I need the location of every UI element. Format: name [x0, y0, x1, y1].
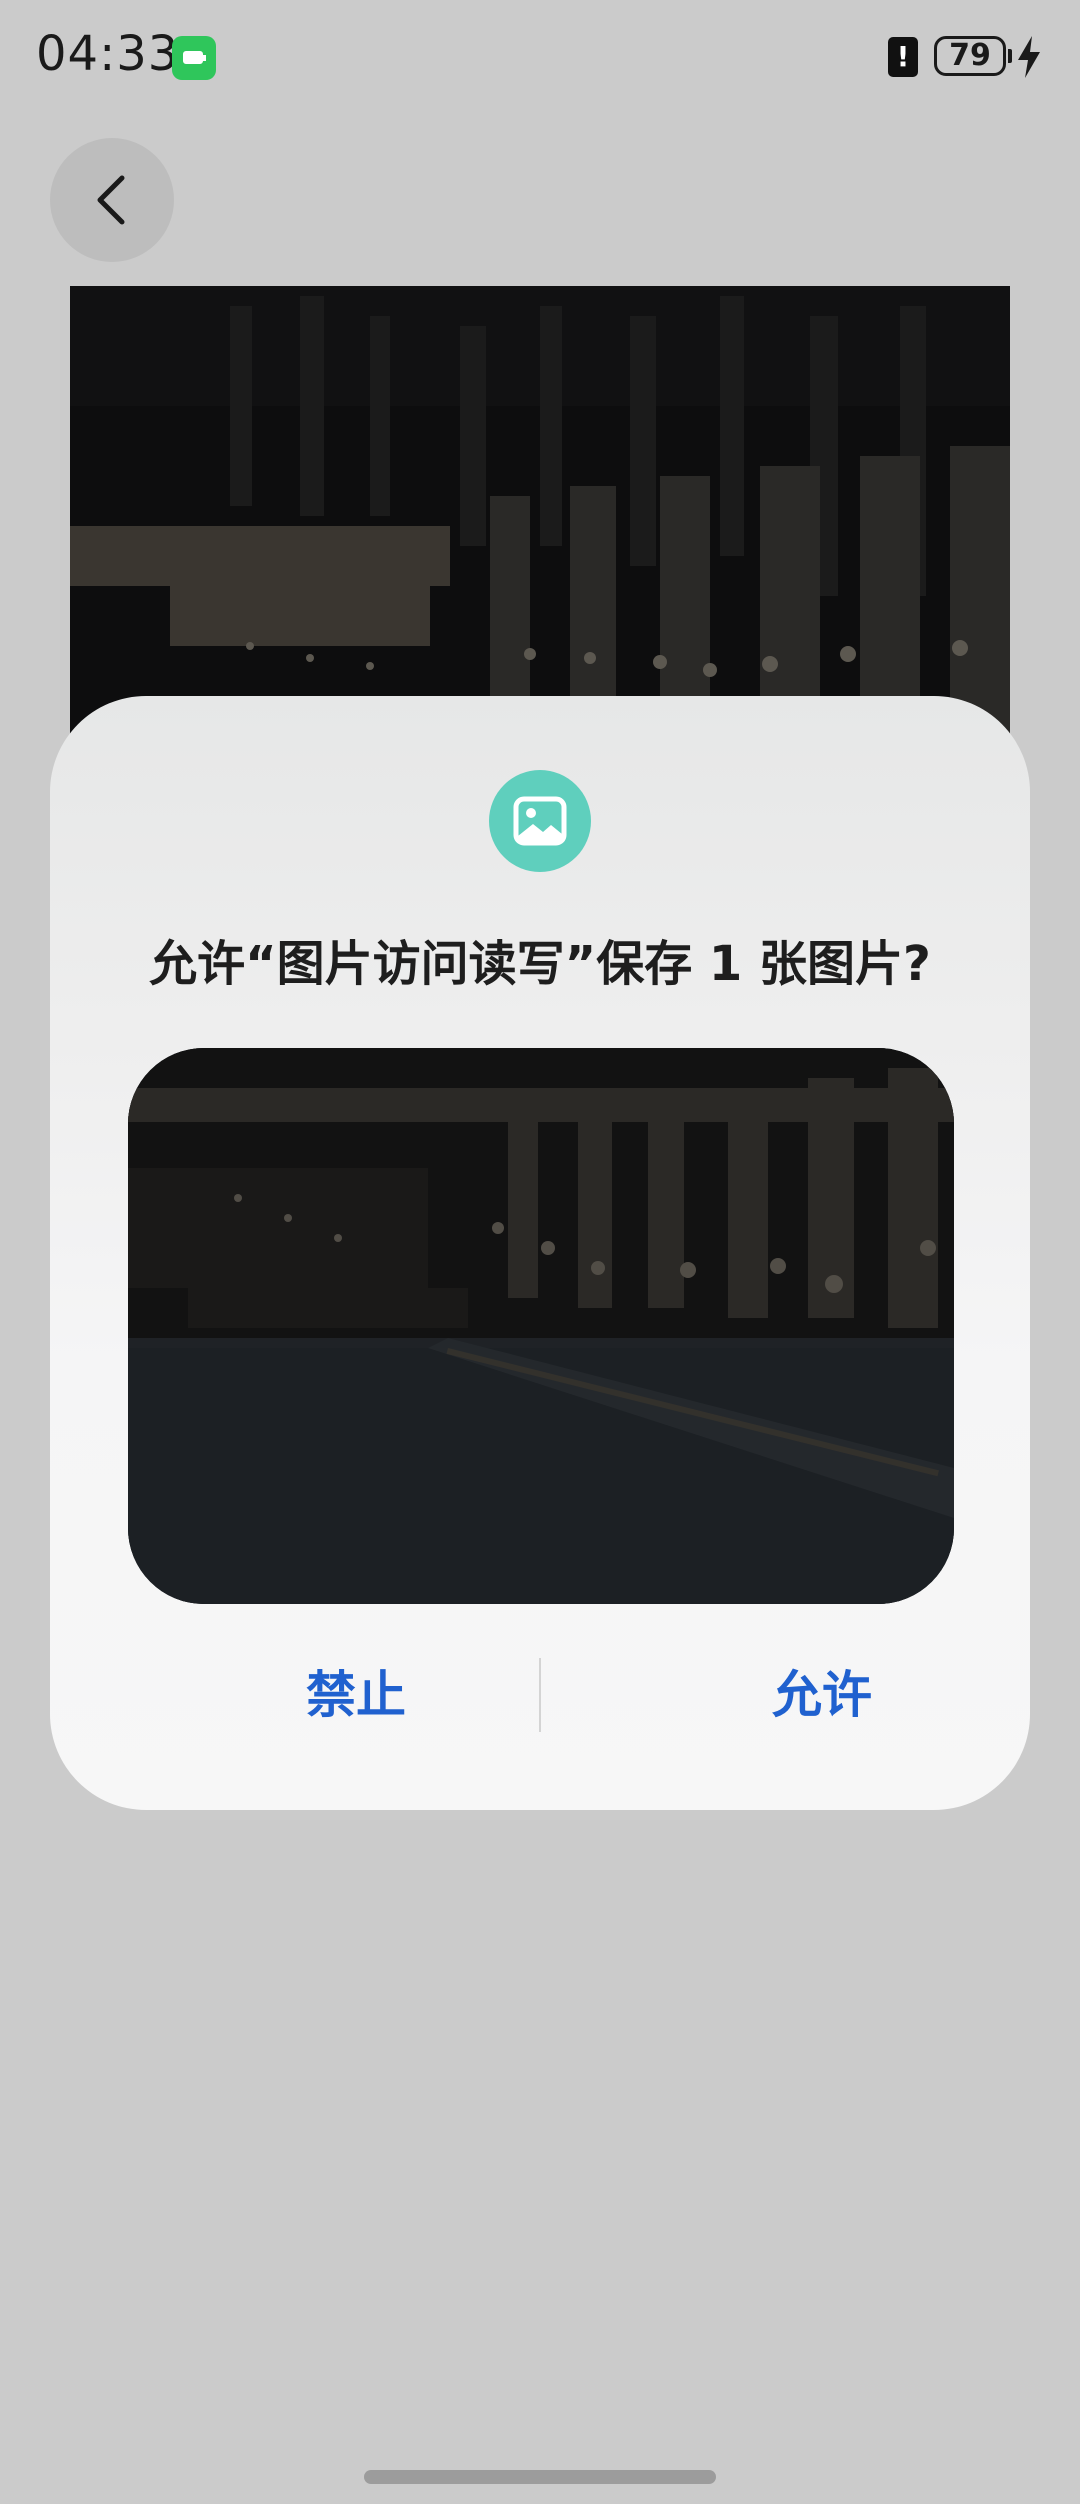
save-permission-dialog: 允许“图片访问读写”保存 1 张图片? 禁止 允许 — [50, 696, 1030, 1810]
alert-symbol: ! — [896, 40, 910, 73]
photo-preview — [128, 1048, 954, 1604]
background-photo — [70, 286, 1010, 746]
allow-button[interactable]: 允许 — [642, 1648, 1002, 1742]
battery-tip — [1008, 49, 1012, 63]
image-icon — [489, 770, 591, 872]
status-bar: 04:33 ! 79 — [0, 0, 1080, 110]
charging-icon — [1018, 36, 1040, 78]
background-photo-scene — [70, 286, 1010, 746]
alert-card-icon: ! — [888, 37, 918, 77]
battery-level: 79 — [949, 38, 991, 73]
home-indicator[interactable] — [364, 2470, 716, 2484]
status-time: 04:33 — [36, 26, 180, 82]
image-glyph — [513, 796, 567, 846]
battery-icon: 79 — [934, 36, 1006, 76]
dialog-title: 允许“图片访问读写”保存 1 张图片? — [149, 936, 931, 992]
chevron-left-icon — [97, 175, 125, 225]
battery-saver-app-icon — [172, 36, 216, 80]
photo-preview-scene — [128, 1048, 954, 1604]
back-button[interactable] — [50, 138, 174, 262]
deny-button[interactable]: 禁止 — [176, 1648, 536, 1742]
button-divider — [539, 1658, 541, 1732]
